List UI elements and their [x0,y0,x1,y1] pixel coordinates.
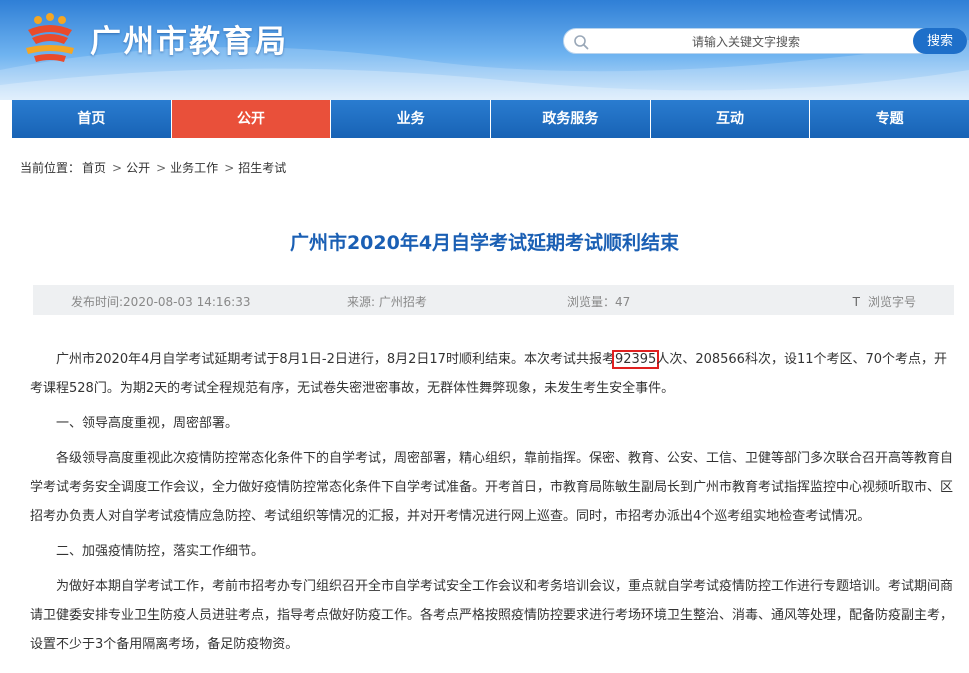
site-title[interactable]: 广州市教育局 [90,16,288,61]
nav-item-home[interactable]: 首页 [12,100,172,138]
publish-time: 发布时间:2020-08-03 14:16:33 [71,295,251,309]
breadcrumb-home[interactable]: 首页 [82,161,106,175]
breadcrumb-separator: > [224,161,235,175]
nav-item-topics[interactable]: 专题 [810,100,969,138]
search-button[interactable]: 搜索 [913,28,967,54]
nav-item-public[interactable]: 公开 [171,100,332,138]
highlighted-number: 92395 [611,350,660,369]
article-heading-1: 一、领导高度重视，周密部署。 [56,416,239,431]
article-meta-bar: 发布时间:2020-08-03 14:16:33 来源: 广州招考 浏览量：47… [33,285,954,315]
site-header: 广州市教育局 搜索 [0,0,969,100]
breadcrumb-prefix: 当前位置： [20,161,81,175]
breadcrumb-public[interactable]: 公开 [126,161,150,175]
font-size-control[interactable]: T 浏览字号 [853,293,916,310]
nav-item-business[interactable]: 业务 [331,100,492,138]
article-content: 广州市2020年4月自学考试延期考试于8月1日-2日进行，8月2日17时顺利结束… [30,345,956,665]
article-paragraph: 各级领导高度重视此次疫情防控常态化条件下的自学考试，周密部署，精心组织，靠前指挥… [30,451,954,524]
paragraph-text: 广州市2020年4月自学考试延期考试于8月1日-2日进行，8月2日17时顺利结束… [56,352,615,367]
breadcrumb-admissions-exams[interactable]: 招生考试 [238,161,286,175]
article-heading-2: 二、加强疫情防控，落实工作细节。 [56,544,265,559]
nav-item-government-services[interactable]: 政务服务 [491,100,651,138]
article-paragraph: 为做好本期自学考试工作，考前市招考办专门组织召开全市自学考试安全工作会议和考务培… [30,579,954,652]
font-size-icon: T [852,295,860,309]
main-nav: 首页 公开 业务 政务服务 互动 专题 [12,100,969,138]
search-box: 搜索 [563,28,967,54]
education-bureau-logo-icon[interactable] [22,12,78,64]
search-input[interactable] [594,32,898,52]
article-title: 广州市2020年4月自学考试延期考试顺利结束 [289,232,680,254]
search-icon [574,35,589,50]
article-paragraph: 广州市2020年4月自学考试延期考试于8月1日-2日进行，8月2日17时顺利结束… [30,345,956,403]
nav-item-interaction[interactable]: 互动 [650,100,811,138]
breadcrumb: 当前位置： 首页 > 公开 > 业务工作 > 招生考试 [20,159,288,176]
breadcrumb-separator: > [156,161,167,175]
font-size-label: 浏览字号 [867,295,916,309]
breadcrumb-business-work[interactable]: 业务工作 [170,161,218,175]
view-count: 浏览量：47 [567,295,631,309]
breadcrumb-separator: > [112,161,123,175]
article-source: 来源: 广州招考 [347,295,427,309]
